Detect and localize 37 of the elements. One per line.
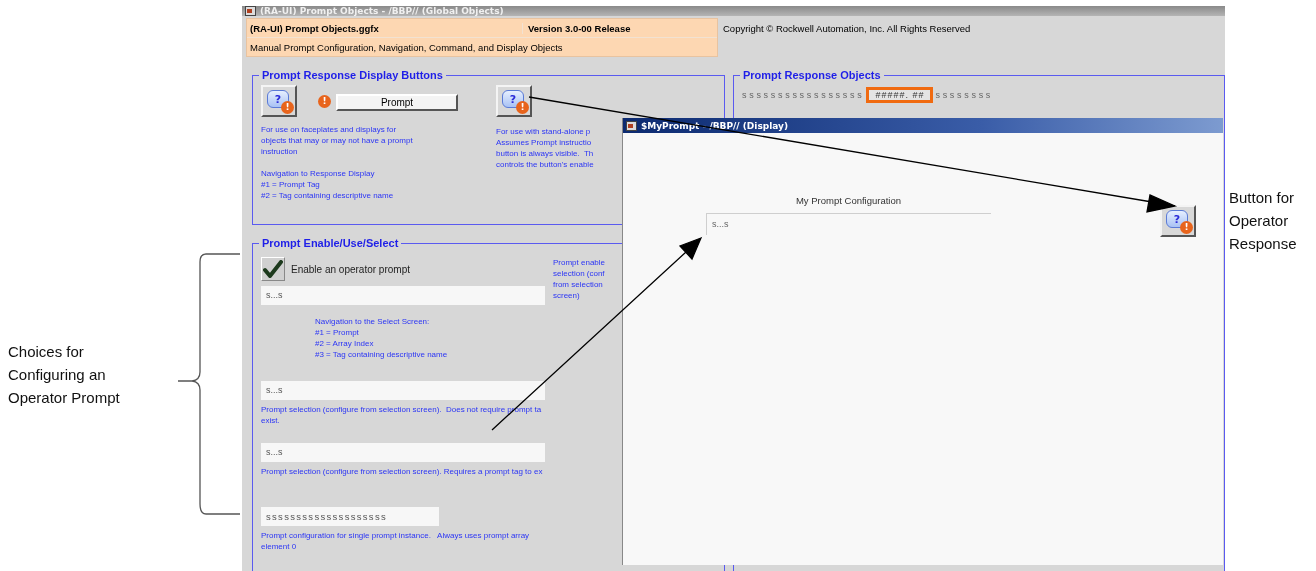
callout-text: Choices for Configuring an Operator Prompt bbox=[8, 342, 120, 408]
subtitle-text: Manual Prompt Configuration, Navigation, Command, and Display Objects bbox=[250, 41, 563, 53]
version-text: Version 3.0-00 Release bbox=[522, 22, 631, 34]
description-text: For use on faceplates and displays for objects that may or may not have a prompt instruction bbox=[261, 124, 413, 157]
alert-icon: ! bbox=[318, 94, 331, 108]
input-field[interactable]: s...s bbox=[261, 286, 545, 305]
help-button[interactable]: ? ! bbox=[1160, 205, 1196, 237]
copyright-text: Copyright © Rockwell Automation, Inc. All Rights Reserved bbox=[723, 22, 971, 36]
input-field[interactable]: s...s bbox=[261, 443, 545, 462]
file-name: (RA-UI) Prompt Objects.ggfx bbox=[250, 22, 380, 34]
alert-badge: ! bbox=[1180, 221, 1193, 234]
window-icon bbox=[626, 120, 637, 131]
checkbox[interactable] bbox=[261, 257, 285, 281]
description-text: Prompt enable selection (conf from selection screen) bbox=[553, 257, 606, 302]
checkbox-label: Enable an operator prompt bbox=[291, 263, 410, 275]
input-field[interactable]: s...s bbox=[261, 381, 545, 400]
input-field[interactable]: s...s bbox=[706, 213, 991, 235]
group-title: Prompt Response Objects bbox=[742, 69, 882, 81]
check-icon bbox=[263, 260, 283, 278]
description-text: Prompt selection (configure from selection screen). Requires a prompt tag to ex bbox=[261, 466, 543, 477]
window-title: (RA-UI) Prompt Objects - /BBP// (Global Objects) bbox=[260, 6, 504, 16]
input-field[interactable]: ssssssssssssssssssss bbox=[261, 507, 439, 526]
description-text: Prompt configuration for single prompt instance. Always uses prompt array element 0 bbox=[261, 530, 530, 552]
description-text: Navigation to the Select Screen: #1 = Prompt #2 = Array Index #3 = Tag containing descriptive name bbox=[315, 316, 448, 360]
group-title: Prompt Enable/Use/Select bbox=[261, 237, 400, 249]
callout-text: Button for Operator Response bbox=[1229, 188, 1297, 254]
window-title: $MyPrompt - /BBP// (Display) bbox=[641, 120, 789, 131]
description-text: Navigation to Response Display #1 = Prompt Tag #2 = Tag containing descriptive name bbox=[261, 168, 394, 201]
alert-badge: ! bbox=[516, 101, 529, 114]
description-text: For use with stand-alone p Assumes Prompt instructio button is always visible. Th controls the button's enable bbox=[496, 126, 594, 170]
alert-badge: ! bbox=[281, 101, 294, 114]
help-button[interactable]: ? ! bbox=[261, 85, 297, 117]
display-heading: My Prompt Configuration bbox=[794, 195, 903, 206]
numeric-display: #####. ## bbox=[866, 87, 934, 103]
group-title: Prompt Response Display Buttons bbox=[261, 69, 444, 81]
prompt-button[interactable]: Prompt bbox=[336, 93, 458, 111]
help-button[interactable]: ? ! bbox=[496, 85, 532, 117]
